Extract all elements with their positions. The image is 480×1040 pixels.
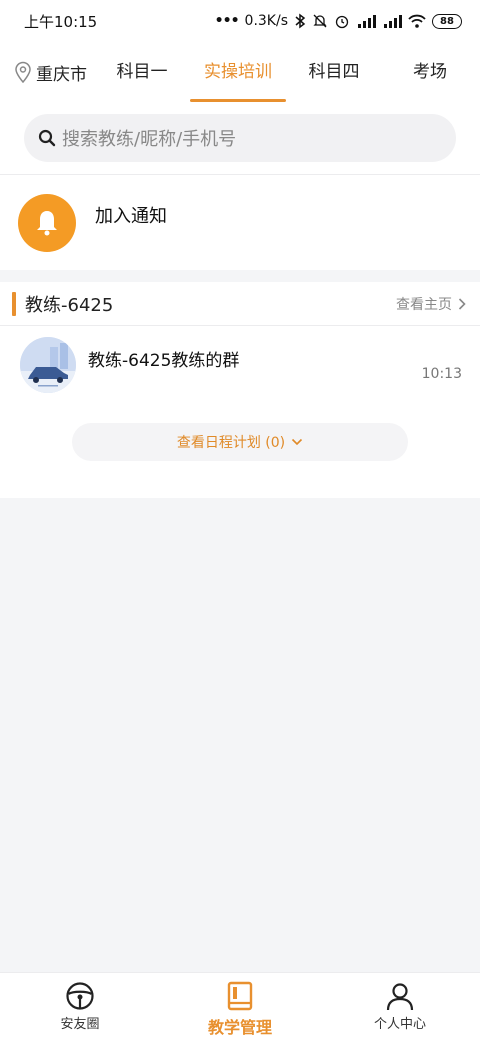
bottom-nav-friends-circle[interactable]: 安友圈 (0, 973, 160, 1040)
tab-subject-four[interactable]: 科目四 (286, 42, 382, 102)
group-avatar (20, 337, 76, 393)
coach-header: 教练-6425 查看主页 (0, 282, 480, 326)
dots-icon: ••• (214, 13, 240, 29)
signal-icon (358, 15, 376, 28)
join-notice-label: 加入通知 (95, 205, 167, 227)
network-speed: 0.3K/s (244, 13, 288, 29)
bottom-nav-label: 教学管理 (207, 1018, 272, 1037)
steering-wheel-icon (66, 982, 94, 1010)
top-nav: 重庆市 科目一 实操培训 科目四 考场 (0, 42, 480, 102)
bottom-nav: 安友圈 教学管理 个人中心 (0, 972, 480, 1040)
signal-icon-2 (384, 15, 402, 28)
view-schedule-button[interactable]: 查看日程计划 (0) (72, 423, 408, 461)
status-bar: 上午10:15 ••• 0.3K/s 88 (0, 0, 480, 42)
location-pin-icon (15, 61, 31, 83)
tab-practical-training[interactable]: 实操培训 (190, 42, 286, 102)
bell-badge (18, 193, 76, 252)
bottom-nav-label: 安友圈 (60, 1017, 100, 1032)
chevron-right-icon (458, 297, 466, 310)
status-icons: ••• 0.3K/s 88 (215, 13, 462, 29)
group-name: 教练-6425教练的群 (88, 350, 240, 371)
join-notice-row[interactable]: 加入通知 (0, 175, 480, 270)
accent-bar (12, 291, 16, 316)
bottom-nav-personal-center[interactable]: 个人中心 (320, 973, 480, 1040)
coach-name: 教练-6425 (25, 294, 114, 316)
bottom-nav-label: 个人中心 (373, 1017, 426, 1032)
alarm-icon (335, 15, 349, 29)
coach-card: 教练-6425 查看主页 教练-6425教练的群 10:13 查看日程计划 (0… (0, 282, 480, 498)
view-schedule-label: 查看日程计划 (0) (176, 435, 286, 451)
city-selector[interactable]: 重庆市 (14, 60, 94, 85)
car-image-icon (20, 337, 76, 393)
tab-subject-one[interactable]: 科目一 (94, 42, 190, 102)
search-placeholder: 搜索教练/昵称/手机号 (62, 129, 237, 150)
view-home-link[interactable]: 查看主页 (396, 294, 466, 314)
search-section: 搜索教练/昵称/手机号 (0, 102, 480, 174)
wifi-icon (408, 14, 426, 28)
group-time: 10:13 (421, 366, 462, 382)
book-icon (227, 981, 253, 1011)
bluetooth-icon (295, 13, 306, 29)
city-label: 重庆市 (36, 64, 87, 85)
view-home-label: 查看主页 (396, 296, 452, 313)
status-time: 上午10:15 (24, 12, 98, 31)
battery-icon: 88 (432, 13, 462, 29)
group-list-item[interactable]: 教练-6425教练的群 10:13 (0, 326, 480, 404)
chevron-down-icon (292, 438, 303, 446)
bell-icon (37, 210, 57, 235)
mute-bell-icon (313, 14, 327, 28)
tab-bar: 科目一 实操培训 科目四 考场 (94, 42, 480, 102)
search-icon (38, 129, 56, 147)
search-input[interactable]: 搜索教练/昵称/手机号 (24, 114, 456, 162)
person-icon (386, 983, 414, 1011)
bottom-nav-teaching-management[interactable]: 教学管理 (160, 973, 320, 1040)
tab-exam-site[interactable]: 考场 (382, 42, 478, 102)
